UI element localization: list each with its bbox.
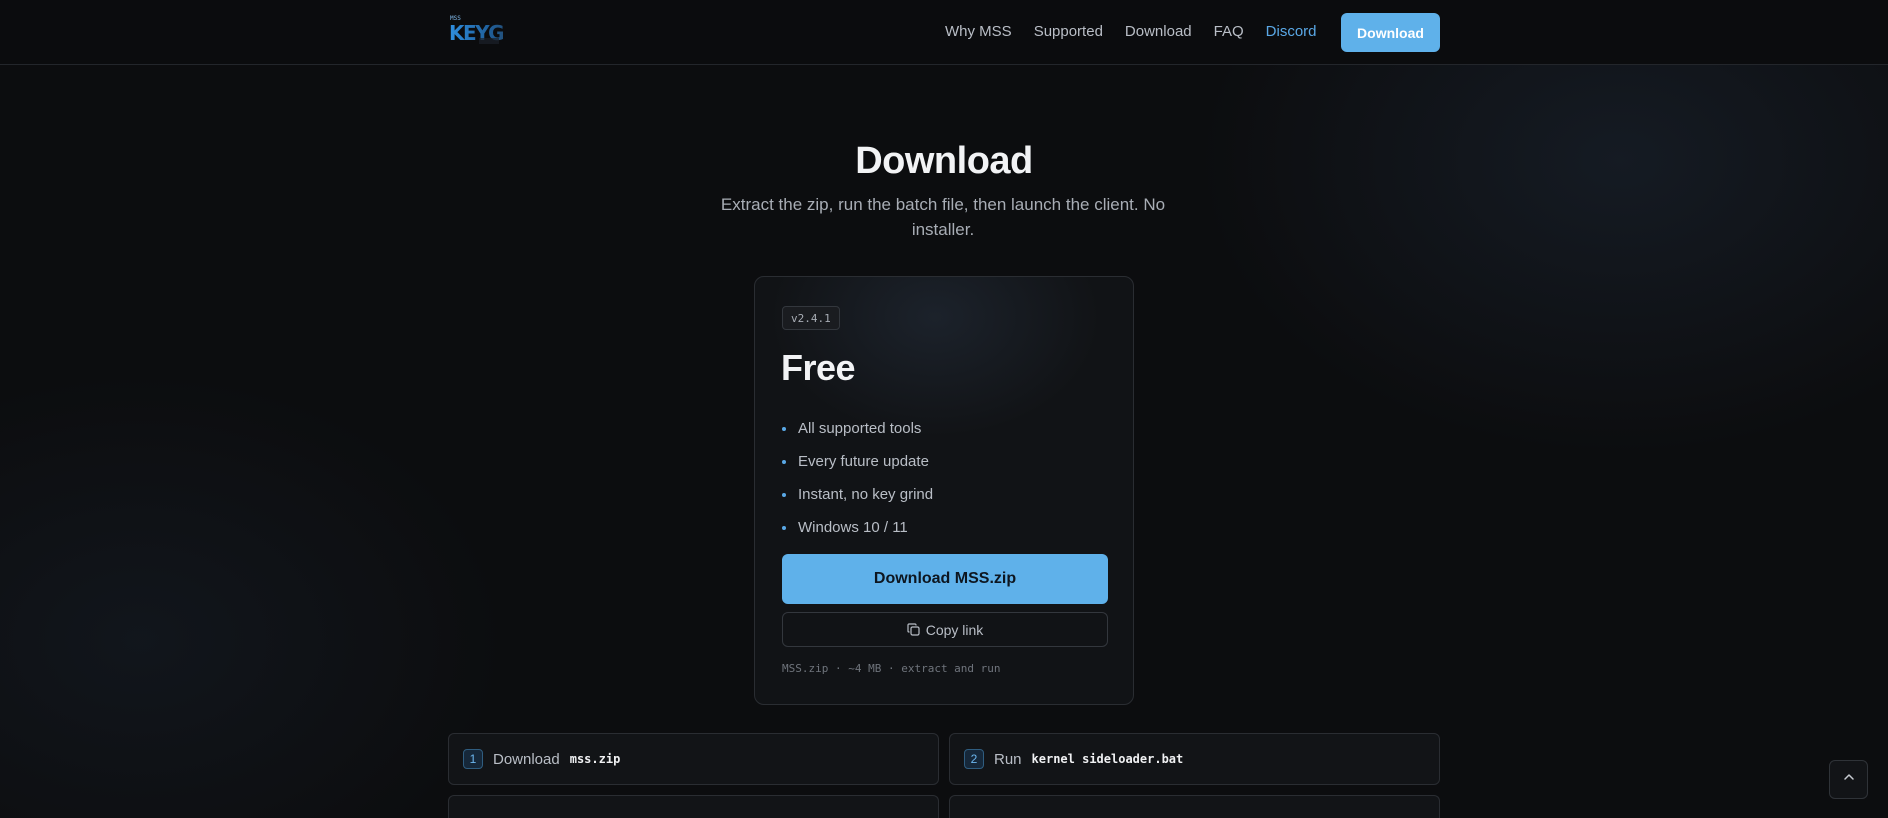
file-meta: MSS.zip · ~4 MB · extract and run <box>782 662 1001 675</box>
copy-link-button[interactable]: Copy link <box>782 612 1108 647</box>
download-card: v2.4.1 Free All supported tools Every fu… <box>754 276 1134 705</box>
step-card: 1 Download mss.zip <box>448 733 939 785</box>
feature-item: All supported tools <box>782 412 933 445</box>
feature-item: Instant, no key grind <box>782 478 933 511</box>
feature-label: Every future update <box>798 453 929 470</box>
scroll-top-button[interactable] <box>1829 760 1868 799</box>
site-header: MSS KEYGEN Why MSS Supported Download FA… <box>0 0 1888 65</box>
download-zip-button[interactable]: Download MSS.zip <box>782 554 1108 604</box>
version-badge: v2.4.1 <box>782 306 840 330</box>
nav-supported[interactable]: Supported <box>1034 23 1103 40</box>
copy-icon <box>907 623 920 636</box>
step-number: 2 <box>964 749 984 769</box>
step-number: 1 <box>463 749 483 769</box>
feature-label: All supported tools <box>798 420 922 437</box>
page-subtitle: Extract the zip, run the batch file, the… <box>720 195 1166 239</box>
nav-faq[interactable]: FAQ <box>1214 23 1244 40</box>
step-code: mss.zip <box>569 752 621 766</box>
step-label: Run <box>994 750 1022 768</box>
main-nav: Why MSS Supported Download FAQ Discord <box>945 23 1317 40</box>
feature-label: Instant, no key grind <box>798 486 934 503</box>
nav-download[interactable]: Download <box>1125 23 1192 40</box>
header-download-button[interactable]: Download <box>1341 13 1440 52</box>
copy-link-label: Copy link <box>925 621 984 638</box>
page-title: Download <box>855 140 1033 182</box>
keygen-logo-icon-graphic: MSS KEYGEN <box>449 15 532 45</box>
feature-item: Windows 10 / 11 <box>782 511 933 544</box>
nav-discord[interactable]: Discord <box>1266 23 1317 40</box>
nav-why-mss[interactable]: Why MSS <box>945 23 1012 40</box>
plan-title: Free <box>781 347 856 388</box>
step-card-partial <box>448 795 939 818</box>
feature-label: Windows 10 / 11 <box>798 519 908 536</box>
bullet-icon <box>782 525 786 530</box>
keygen-logo-icon[interactable]: MSS KEYGEN <box>449 14 532 48</box>
step-card-partial <box>949 795 1440 818</box>
chevron-up-icon <box>1842 770 1856 789</box>
bullet-icon <box>782 459 786 464</box>
feature-item: Every future update <box>782 445 933 478</box>
bullet-icon <box>782 426 786 431</box>
bullet-icon <box>782 492 786 497</box>
step-label: Download <box>493 750 560 768</box>
step-code: kernel sideloader.bat <box>1031 752 1184 766</box>
step-card: 2 Run kernel sideloader.bat <box>949 733 1440 785</box>
feature-list: All supported tools Every future update … <box>782 412 933 544</box>
